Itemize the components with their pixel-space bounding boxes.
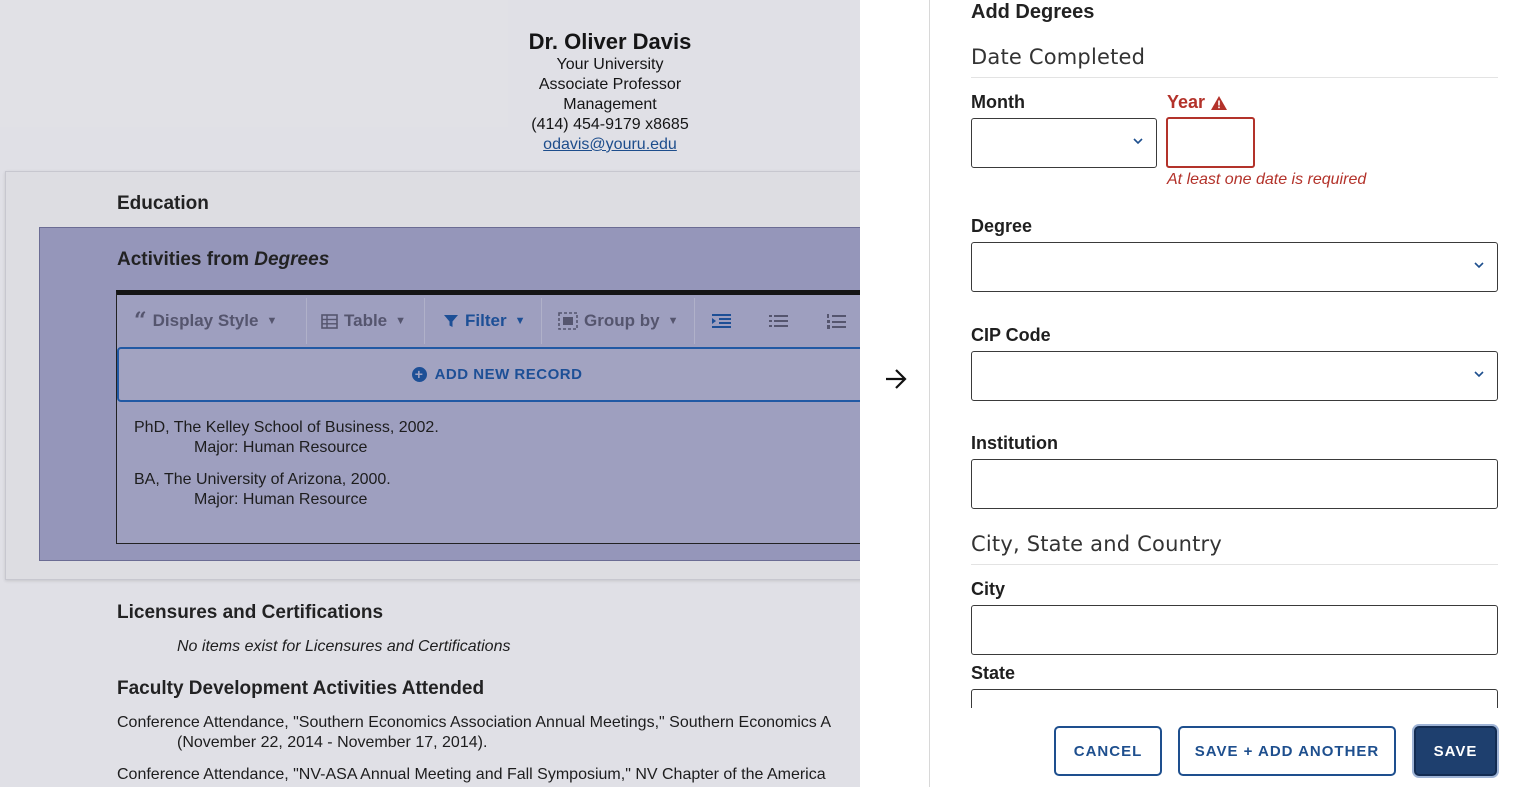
year-error-message: At least one date is required — [1167, 171, 1367, 188]
licensures-heading: Licensures and Certifications — [117, 602, 384, 623]
year-label-text: Year — [1167, 92, 1206, 112]
save-add-another-button[interactable]: SAVE + ADD ANOTHER — [1178, 726, 1396, 776]
institution-input[interactable] — [971, 459, 1498, 509]
add-new-record-label: ADD NEW RECORD — [434, 366, 583, 383]
display-style-label: Display Style — [152, 311, 259, 330]
numbered-list-icon — [827, 313, 846, 329]
group-by-dropdown[interactable]: Group by ▼ — [558, 303, 678, 339]
add-degrees-drawer: Add Degrees Date Completed Month Year At… — [931, 0, 1528, 787]
faculty-dev-item-dates: (November 22, 2014 - November 17, 2014). — [177, 734, 488, 751]
save-button[interactable]: SAVE — [1414, 726, 1497, 776]
activities-title: Activities from Degrees — [117, 249, 329, 271]
city-input[interactable] — [971, 605, 1498, 655]
date-completed-section: Date Completed — [971, 45, 1498, 78]
group-icon — [558, 312, 578, 330]
record-item[interactable]: BA, The University of Arizona, 2000. Maj… — [134, 470, 391, 510]
city-state-country-section: City, State and Country — [971, 532, 1498, 565]
profile-email-link[interactable]: odavis@youru.edu — [543, 136, 677, 153]
month-label: Month — [971, 92, 1025, 112]
activities-emph: Degrees — [254, 249, 330, 270]
caret-down-icon: ▼ — [514, 315, 526, 327]
profile-department: Management — [563, 96, 657, 113]
add-new-record-button[interactable]: + ADD NEW RECORD — [117, 347, 860, 402]
indent-view-button[interactable] — [712, 303, 731, 339]
background-page: Dr. Oliver Davis Your University Associa… — [0, 0, 860, 787]
record-line: PhD, The Kelley School of Business, 2002… — [134, 419, 439, 436]
drawer-gutter — [860, 0, 930, 787]
city-label: City — [971, 579, 1006, 599]
profile-phone: (414) 454-9179 x8685 — [531, 116, 689, 133]
degree-select[interactable] — [971, 242, 1498, 292]
institution-label: Institution — [971, 433, 1058, 453]
caret-down-icon: ▼ — [266, 315, 278, 327]
group-by-label: Group by — [584, 311, 660, 330]
record-item[interactable]: PhD, The Kelley School of Business, 2002… — [134, 418, 439, 458]
filter-icon — [444, 315, 458, 327]
indent-icon — [712, 314, 731, 328]
display-style-dropdown[interactable]: “ Display Style ▼ — [134, 303, 277, 339]
profile-rank: Associate Professor — [538, 76, 682, 93]
profile-name: Dr. Oliver Davis — [528, 29, 692, 54]
year-label: Year — [1167, 92, 1228, 113]
form-title: Add Degrees — [971, 1, 1095, 23]
cip-code-label: CIP Code — [971, 325, 1051, 345]
caret-down-icon: ▼ — [667, 315, 679, 327]
profile-header: Dr. Oliver Davis Your University Associa… — [0, 29, 860, 155]
month-select[interactable] — [971, 118, 1157, 168]
list-view-button[interactable] — [769, 303, 788, 339]
table-label: Table — [344, 311, 388, 330]
chevron-down-icon — [1474, 262, 1484, 269]
faculty-dev-item-line: Conference Attendance, "Southern Economi… — [117, 714, 832, 731]
table-dropdown[interactable]: Table ▼ — [321, 303, 406, 339]
list-icon — [769, 315, 788, 327]
table-icon — [321, 313, 338, 329]
filter-dropdown[interactable]: Filter ▼ — [443, 303, 525, 339]
numbered-list-view-button[interactable] — [827, 303, 846, 339]
record-major: Major: Human Resource — [194, 491, 368, 508]
caret-down-icon: ▼ — [395, 315, 407, 327]
activities-prefix: Activities from — [117, 249, 255, 270]
state-select[interactable] — [971, 689, 1498, 708]
cip-code-select[interactable] — [971, 351, 1498, 401]
quote-icon: “ — [134, 308, 147, 334]
record-major: Major: Human Resource — [194, 439, 368, 456]
form-scroll-area[interactable]: Add Degrees Date Completed Month Year At… — [931, 0, 1528, 708]
plus-circle-icon: + — [411, 367, 427, 382]
licensures-empty-text: No items exist for Licensures and Certif… — [177, 638, 511, 655]
warning-icon — [1211, 95, 1228, 110]
cancel-button[interactable]: CANCEL — [1054, 726, 1162, 776]
year-input[interactable] — [1166, 117, 1255, 168]
state-label: State — [971, 663, 1016, 683]
degree-label: Degree — [971, 216, 1033, 236]
faculty-dev-heading: Faculty Development Activities Attended — [117, 678, 485, 699]
chevron-down-icon — [1474, 371, 1484, 378]
profile-university: Your University — [556, 56, 664, 73]
faculty-dev-item-line: Conference Attendance, "NV-ASA Annual Me… — [117, 766, 826, 783]
education-heading: Education — [117, 193, 209, 214]
record-line: BA, The University of Arizona, 2000. — [134, 471, 391, 488]
filter-label: Filter — [465, 311, 507, 330]
arrow-right-icon[interactable] — [884, 366, 908, 392]
chevron-down-icon — [1133, 138, 1143, 145]
